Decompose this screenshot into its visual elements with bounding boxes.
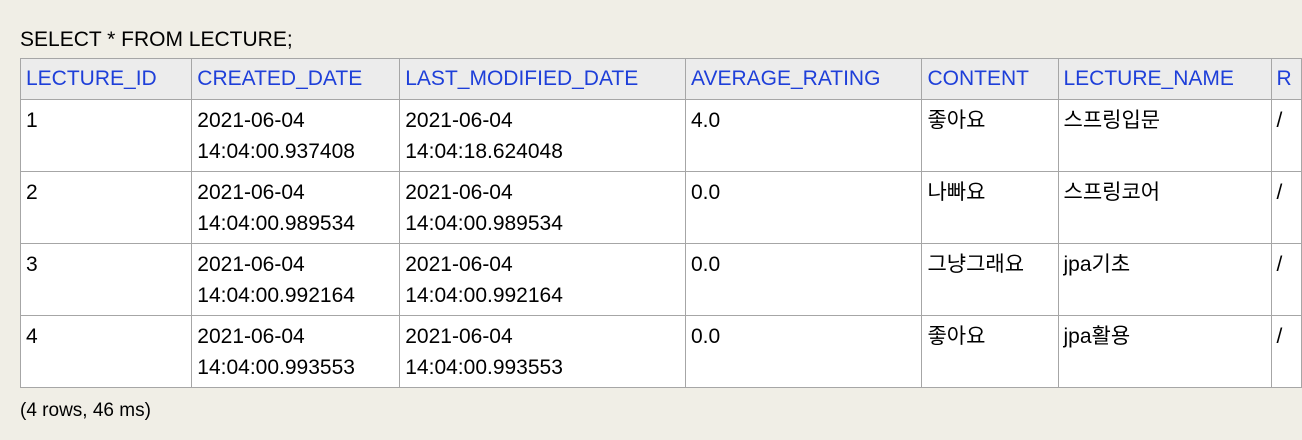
cell-created-date: 2021-06-04 14:04:00.993553 — [191, 315, 401, 388]
cell-last-modified-date: 2021-06-04 14:04:00.989534 — [399, 171, 686, 244]
cell-content: 좋아요 — [921, 315, 1059, 388]
created-time-value: 14:04:00.937408 — [197, 140, 355, 163]
cell-average-rating: 0.0 — [684, 243, 923, 316]
cell-truncated: / — [1270, 171, 1302, 244]
cell-lecture-name: jpa기초 — [1057, 243, 1272, 316]
cell-average-rating: 4.0 — [684, 99, 923, 172]
created-date-value: 2021-06-04 — [197, 325, 305, 348]
cell-average-rating: 0.0 — [684, 315, 923, 388]
column-header-lecture-id[interactable]: LECTURE_ID — [19, 58, 193, 100]
created-time-value: 14:04:00.992164 — [197, 284, 355, 307]
result-table: LECTURE_ID CREATED_DATE LAST_MODIFIED_DA… — [19, 58, 1302, 388]
modified-date-value: 2021-06-04 — [405, 325, 513, 348]
modified-date-value: 2021-06-04 — [405, 181, 513, 204]
cell-content: 좋아요 — [921, 99, 1059, 172]
table-header-row: LECTURE_ID CREATED_DATE LAST_MODIFIED_DA… — [19, 58, 1302, 100]
modified-date-value: 2021-06-04 — [405, 253, 513, 276]
modified-time-value: 14:04:00.989534 — [405, 212, 563, 235]
column-header-lecture-name[interactable]: LECTURE_NAME — [1057, 58, 1272, 100]
table-row: 3 2021-06-04 14:04:00.992164 2021-06-04 … — [19, 243, 1302, 316]
created-time-value: 14:04:00.989534 — [197, 212, 355, 235]
cell-created-date: 2021-06-04 14:04:00.992164 — [191, 243, 401, 316]
column-header-last-modified-date[interactable]: LAST_MODIFIED_DATE — [399, 58, 686, 100]
cell-lecture-name: 스프링코어 — [1057, 171, 1272, 244]
table-row: 2 2021-06-04 14:04:00.989534 2021-06-04 … — [19, 171, 1302, 244]
cell-average-rating: 0.0 — [684, 171, 923, 244]
modified-time-value: 14:04:00.993553 — [405, 356, 563, 379]
column-header-average-rating[interactable]: AVERAGE_RATING — [684, 58, 923, 100]
created-date-value: 2021-06-04 — [197, 109, 305, 132]
cell-lecture-id: 3 — [19, 243, 193, 316]
created-date-value: 2021-06-04 — [197, 181, 305, 204]
cell-lecture-id: 1 — [19, 99, 193, 172]
query-text: SELECT * FROM LECTURE; — [20, 28, 293, 51]
column-header-content[interactable]: CONTENT — [921, 58, 1059, 100]
table-row: 1 2021-06-04 14:04:00.937408 2021-06-04 … — [19, 99, 1302, 172]
result-summary: (4 rows, 46 ms) — [20, 400, 151, 421]
cell-last-modified-date: 2021-06-04 14:04:18.624048 — [399, 99, 686, 172]
cell-lecture-id: 4 — [19, 315, 193, 388]
cell-lecture-id: 2 — [19, 171, 193, 244]
table-row: 4 2021-06-04 14:04:00.993553 2021-06-04 … — [19, 315, 1302, 388]
cell-content: 나빠요 — [921, 171, 1059, 244]
cell-created-date: 2021-06-04 14:04:00.937408 — [191, 99, 401, 172]
column-header-created-date[interactable]: CREATED_DATE — [191, 58, 401, 100]
cell-last-modified-date: 2021-06-04 14:04:00.993553 — [399, 315, 686, 388]
cell-content: 그냥그래요 — [921, 243, 1059, 316]
cell-truncated: / — [1270, 315, 1302, 388]
cell-lecture-name: 스프링입문 — [1057, 99, 1272, 172]
cell-truncated: / — [1270, 243, 1302, 316]
modified-date-value: 2021-06-04 — [405, 109, 513, 132]
column-header-truncated[interactable]: R — [1270, 58, 1302, 100]
cell-last-modified-date: 2021-06-04 14:04:00.992164 — [399, 243, 686, 316]
modified-time-value: 14:04:18.624048 — [405, 140, 563, 163]
cell-created-date: 2021-06-04 14:04:00.989534 — [191, 171, 401, 244]
created-time-value: 14:04:00.993553 — [197, 356, 355, 379]
cell-lecture-name: jpa활용 — [1057, 315, 1272, 388]
query-result-page: SELECT * FROM LECTURE; LECTURE_ID CREATE… — [0, 0, 1302, 440]
modified-time-value: 14:04:00.992164 — [405, 284, 563, 307]
cell-truncated: / — [1270, 99, 1302, 172]
created-date-value: 2021-06-04 — [197, 253, 305, 276]
